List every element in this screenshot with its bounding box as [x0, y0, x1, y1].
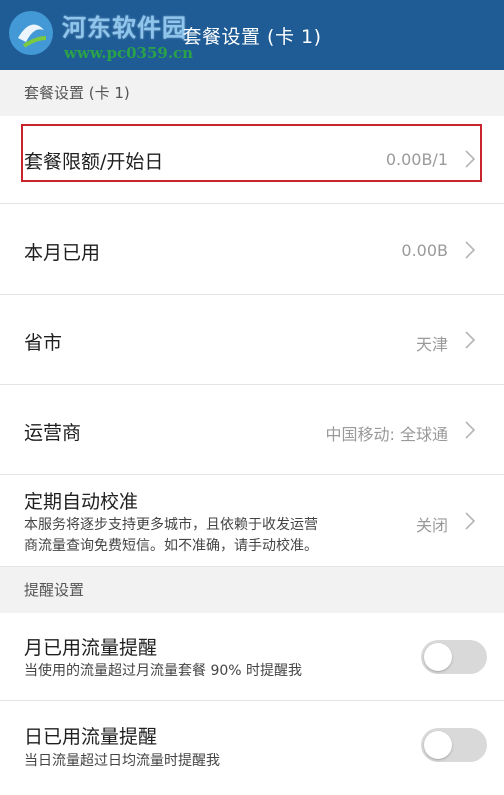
chevron-right-icon [465, 241, 476, 259]
page-title: 套餐设置 (卡 1) [182, 26, 322, 48]
monthly-alert-row[interactable]: 月已用流量提醒 当使用的流量超过月流量套餐 90% 时提醒我 [0, 613, 504, 701]
carrier-label: 运营商 [24, 422, 82, 444]
title-bar: 河东软件园 www.pc0359.cn 套餐设置 (卡 1) [0, 0, 504, 70]
highlight-box [21, 124, 482, 182]
auto-calibrate-desc-line1: 本服务将逐步支持更多城市，且依赖于收发运营 [24, 517, 318, 533]
section-header-alerts: 提醒设置 [0, 567, 504, 613]
monthly-alert-label: 月已用流量提醒 [24, 637, 158, 659]
daily-alert-toggle[interactable] [421, 728, 487, 762]
daily-alert-label: 日已用流量提醒 [24, 726, 158, 748]
monthly-alert-desc: 当使用的流量超过月流量套餐 90% 时提醒我 [24, 663, 303, 679]
chevron-right-icon [465, 512, 476, 530]
auto-calibrate-label: 定期自动校准 [24, 491, 139, 513]
auto-calibrate-row[interactable]: 定期自动校准 本服务将逐步支持更多城市，且依赖于收发运营 商流量查询免费短信。如… [0, 475, 504, 567]
carrier-row[interactable]: 运营商 中国移动: 全球通 [0, 385, 504, 475]
carrier-value: 中国移动: 全球通 [325, 425, 448, 444]
province-label: 省市 [24, 332, 63, 354]
auto-calibrate-value: 关闭 [415, 516, 448, 535]
auto-calibrate-desc-line2: 商流量查询免费短信。如不准确，请手动校准。 [24, 538, 318, 554]
chevron-right-icon [465, 331, 476, 349]
monthly-alert-toggle[interactable] [421, 640, 487, 674]
toggle-knob [424, 731, 452, 759]
monthly-used-label: 本月已用 [24, 242, 101, 264]
monthly-used-row[interactable]: 本月已用 0.00B [0, 205, 504, 295]
chevron-right-icon [465, 421, 476, 439]
monthly-used-value: 0.00B [401, 241, 448, 260]
daily-alert-desc: 当日流量超过日均流量时提醒我 [24, 753, 220, 769]
province-value: 天津 [415, 335, 448, 354]
daily-alert-row[interactable]: 日已用流量提醒 当日流量超过日均流量时提醒我 [0, 702, 504, 795]
province-row[interactable]: 省市 天津 [0, 295, 504, 385]
toggle-knob [424, 643, 452, 671]
section-header-plan: 套餐设置 (卡 1) [0, 70, 504, 116]
